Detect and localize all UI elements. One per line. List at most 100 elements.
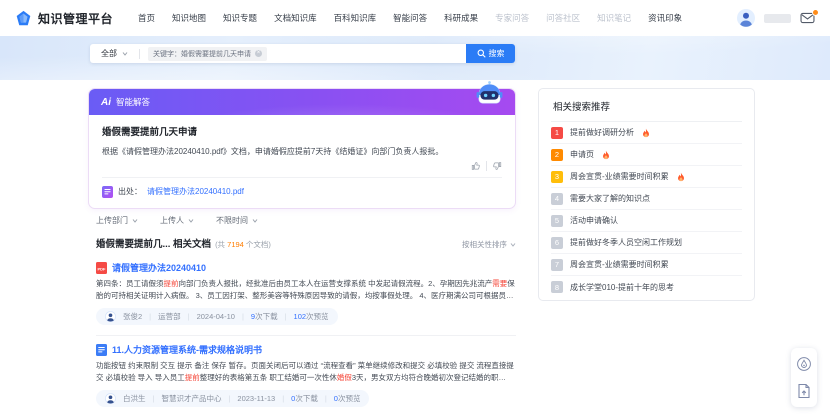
search-scope-value: 全部 bbox=[101, 48, 117, 59]
view-count: 0次预览 bbox=[334, 393, 361, 404]
related-search-item[interactable]: 3周会宣贯-业绩需要时间积累 bbox=[551, 166, 742, 188]
app-title: 知识管理平台 bbox=[38, 10, 113, 27]
divider bbox=[139, 49, 140, 59]
related-search-card: 相关搜索推荐 1提前做好调研分析 2 申请页 3周会宣贯-业绩需要时间积累 4 需要大家了… bbox=[538, 88, 755, 301]
rank-badge: 4 bbox=[551, 193, 563, 205]
top-header: 知识管理平台 首页 知识地图 知识专题 文档知识库 百科知识库 智能问答 科研成果 专家问答 问… bbox=[0, 0, 830, 36]
snippet-text: 向部门负责人报批，经批准后由员工本人在运营支撑系统 中发起请假流程。2、孕期因先… bbox=[179, 279, 493, 288]
related-search-label: 成长学堂010-提前十年的思考 bbox=[570, 282, 674, 293]
nav-item-3[interactable]: 文档知识库 bbox=[274, 12, 317, 24]
rank-badge: 2 bbox=[551, 149, 563, 161]
result-meta: 张俊2|运营部|2024-04-10|9次下载|102次预览 bbox=[96, 308, 338, 325]
flame-icon bbox=[677, 172, 685, 182]
nav-item-10[interactable]: 资讯印象 bbox=[648, 12, 682, 24]
related-search-item[interactable]: 7周会宣贯-业绩需要时间积累 bbox=[551, 254, 742, 276]
highlighted-keyword: 婚假 bbox=[337, 373, 352, 382]
related-search-item[interactable]: 4 需要大家了解的知识点 bbox=[551, 188, 742, 210]
upload-date: 2023-11-13 bbox=[237, 394, 275, 403]
chevron-down-icon bbox=[188, 219, 194, 223]
nav-item-2[interactable]: 知识专题 bbox=[223, 12, 257, 24]
divider: | bbox=[242, 312, 244, 321]
download-suffix: 次下载 bbox=[295, 394, 318, 403]
search-bar: 全部 关键字：婚假需要提前几天申请 × 搜索 bbox=[90, 44, 515, 63]
magnifier-icon bbox=[477, 49, 486, 58]
rank-badge: 1 bbox=[551, 127, 563, 139]
upload-document-icon[interactable] bbox=[797, 383, 811, 399]
related-search-item[interactable]: 5活动申请确认 bbox=[551, 210, 742, 232]
sort-select[interactable]: 按相关性排序 bbox=[462, 239, 516, 250]
result-title-row: PDF 请假管理办法20240410 bbox=[96, 261, 516, 274]
uploader-dept: 运营部 bbox=[158, 311, 181, 322]
related-search-item[interactable]: 1提前做好调研分析 bbox=[551, 122, 742, 144]
results-count: (共 7194 个文档) bbox=[215, 239, 271, 250]
nav-item-5[interactable]: 智能问答 bbox=[393, 12, 427, 24]
divider: | bbox=[149, 312, 151, 321]
result-meta: 白洪生|智慧识才产品中心|2023-11-13|0次下载|0次预览 bbox=[96, 390, 369, 407]
robot-mascot-icon bbox=[475, 79, 504, 108]
nav-item-6[interactable]: 科研成果 bbox=[444, 12, 478, 24]
main-nav: 首页 知识地图 知识专题 文档知识库 百科知识库 智能问答 科研成果 专家问答 问答社区 知识笔记… bbox=[138, 12, 682, 24]
rank-badge: 6 bbox=[551, 237, 563, 249]
uploader-name[interactable]: 白洪生 bbox=[123, 393, 146, 404]
related-search-label: 申请页 bbox=[570, 149, 594, 160]
nav-item-7[interactable]: 专家问答 bbox=[495, 12, 529, 24]
filter-bar: 上传部门 上传人 不限时间 bbox=[96, 215, 258, 226]
download-count: 9次下载 bbox=[251, 311, 278, 322]
nav-item-1[interactable]: 知识地图 bbox=[172, 12, 206, 24]
doc-file-icon bbox=[96, 344, 107, 356]
rank-badge: 8 bbox=[551, 281, 563, 293]
nav-item-9[interactable]: 知识笔记 bbox=[597, 12, 631, 24]
result-title-link[interactable]: 请假管理办法20240410 bbox=[112, 261, 206, 274]
ai-logo: Ai bbox=[101, 97, 111, 108]
flame-icon bbox=[602, 150, 610, 160]
divider: | bbox=[285, 312, 287, 321]
snippet-text: 整理好的表格第五条 职工结婚可一次性休 bbox=[200, 373, 337, 382]
related-search-item[interactable]: 6提前做好冬季人员空闲工作规划 bbox=[551, 232, 742, 254]
thumbs-down-icon[interactable] bbox=[492, 161, 502, 171]
ai-card-header: Ai 智能解答 bbox=[89, 89, 515, 115]
source-file-link[interactable]: 请假管理办法20240410.pdf bbox=[147, 186, 244, 197]
result-item: PDF 请假管理办法20240410 第四条：员工请假须提前向部门负责人报批，经批准… bbox=[96, 254, 516, 335]
related-search-label: 需要大家了解的知识点 bbox=[570, 193, 650, 204]
source-label: 出处： bbox=[118, 186, 142, 197]
download-count: 0次下载 bbox=[291, 393, 318, 404]
pdf-file-icon bbox=[102, 186, 113, 198]
user-avatar[interactable] bbox=[737, 9, 755, 27]
divider bbox=[102, 177, 502, 178]
svg-text:PDF: PDF bbox=[98, 266, 107, 271]
view-count: 102次预览 bbox=[294, 311, 329, 322]
nav-item-8[interactable]: 问答社区 bbox=[546, 12, 580, 24]
nav-item-4[interactable]: 百科知识库 bbox=[334, 12, 377, 24]
rank-badge: 7 bbox=[551, 259, 563, 271]
related-search-item[interactable]: 8 成长学堂010-提前十年的思考 bbox=[551, 276, 742, 298]
result-snippet: 第四条：员工请假须提前向部门负责人报批，经批准后由员工本人在运营支撑系统 中发起… bbox=[96, 278, 516, 302]
filter-label: 上传部门 bbox=[96, 215, 128, 226]
nav-item-0[interactable]: 首页 bbox=[138, 12, 155, 24]
related-search-title: 相关搜索推荐 bbox=[551, 89, 742, 122]
uploader-dept: 智慧识才产品中心 bbox=[161, 393, 221, 404]
highlighted-keyword: 提前 bbox=[164, 279, 179, 288]
filter-0[interactable]: 上传部门 bbox=[96, 215, 138, 226]
filter-label: 不限时间 bbox=[216, 215, 248, 226]
messages-button[interactable] bbox=[800, 12, 815, 24]
divider: | bbox=[153, 394, 155, 403]
related-search-item[interactable]: 2 申请页 bbox=[551, 144, 742, 166]
highlighted-keyword: 需要 bbox=[492, 279, 507, 288]
keyword-tag: 关键字：婚假需要提前几天申请 × bbox=[148, 47, 267, 61]
search-scope-select[interactable]: 全部 bbox=[90, 48, 139, 59]
search-button[interactable]: 搜索 bbox=[466, 44, 515, 63]
related-search-list: 1提前做好调研分析 2 申请页 3周会宣贯-业绩需要时间积累 4 需要大家了解的知识点 5活… bbox=[551, 122, 742, 298]
download-suffix: 次下载 bbox=[255, 312, 278, 321]
filter-1[interactable]: 上传人 bbox=[160, 215, 194, 226]
divider: | bbox=[188, 312, 190, 321]
filter-2[interactable]: 不限时间 bbox=[216, 215, 258, 226]
feedback-pen-icon[interactable] bbox=[796, 356, 812, 372]
chevron-down-icon bbox=[122, 52, 128, 56]
thumbs-up-icon[interactable] bbox=[471, 161, 481, 171]
close-icon[interactable]: × bbox=[255, 50, 262, 57]
uploader-name[interactable]: 张俊2 bbox=[123, 311, 142, 322]
filter-label: 上传人 bbox=[160, 215, 184, 226]
results-heading: 婚假需要提前几... 相关文档 bbox=[96, 236, 211, 250]
result-title-link[interactable]: 11.人力资源管理系统-需求规格说明书 bbox=[112, 343, 262, 356]
gem-icon bbox=[15, 10, 32, 27]
